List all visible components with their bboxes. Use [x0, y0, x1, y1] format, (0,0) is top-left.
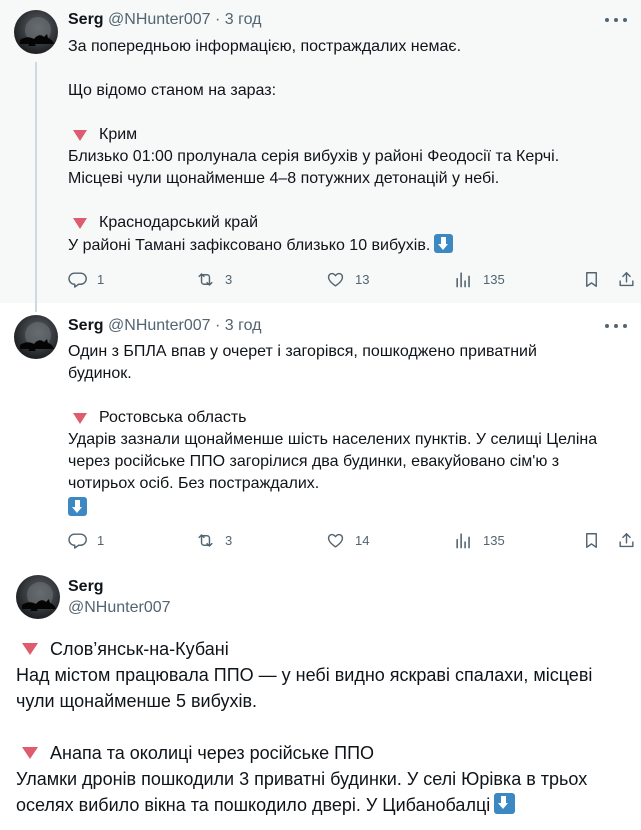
author-handle[interactable]: @NHunter007	[108, 317, 211, 334]
views-count: 135	[483, 533, 505, 548]
like-button[interactable]: 14	[326, 531, 369, 550]
separator-dot: ·	[215, 11, 221, 28]
avatar-image	[20, 17, 54, 46]
avatar-image	[22, 582, 56, 611]
reply-count: 1	[97, 272, 105, 287]
reply-button[interactable]: 1	[68, 270, 104, 289]
more-options-icon[interactable]	[605, 323, 627, 329]
down-arrow-icon	[68, 496, 87, 516]
red-triangle-icon	[73, 412, 87, 424]
red-triangle-icon	[22, 643, 38, 655]
section-title: Краснодарський край	[99, 214, 259, 231]
repost-icon	[198, 273, 213, 286]
tweet-text: Слов’янськ-на-Кубані Над містом працювал…	[16, 636, 627, 818]
tweet-1[interactable]: Serg @NHunter007 · 3 год За попередньою …	[0, 0, 641, 303]
section-text: Ударів зазнали щонайменше шість населени…	[68, 431, 598, 492]
avatar[interactable]	[14, 10, 58, 54]
bookmark-button[interactable]	[582, 531, 601, 550]
section-text: Над містом працювала ППО — у небі видно …	[16, 665, 593, 711]
tweet-header: Serg @NHunter007 · 3 год	[68, 316, 262, 336]
section-title: Анапа та околиці через російське ППО	[50, 743, 375, 763]
section-title: Крим	[99, 126, 138, 143]
views-icon	[456, 272, 470, 288]
section-title: Слов’янськ-на-Кубані	[50, 639, 229, 659]
down-arrow-icon	[434, 234, 454, 253]
repost-count: 3	[225, 533, 233, 548]
views-button[interactable]: 135	[454, 270, 505, 289]
avatar[interactable]	[14, 315, 58, 359]
like-icon	[327, 272, 344, 287]
section-heading: Анапа та околиці через російське ППО	[16, 740, 627, 766]
reply-icon	[68, 533, 87, 549]
share-button[interactable]	[617, 531, 636, 550]
action-bar: 1 3 13 135	[68, 270, 638, 290]
like-count: 14	[355, 533, 370, 548]
tweet-text: За попередньою інформацією, постраждалих…	[68, 36, 621, 257]
bookmark-button[interactable]	[582, 270, 601, 289]
reply-count: 1	[97, 533, 105, 548]
more-options-icon[interactable]	[605, 17, 627, 23]
section-heading: Слов’янськ-на-Кубані	[16, 636, 627, 662]
section-heading: Крим	[68, 124, 621, 146]
views-button[interactable]: 135	[454, 531, 505, 550]
like-button[interactable]: 13	[326, 270, 369, 289]
section-heading: Краснодарський край	[68, 212, 621, 234]
like-icon	[327, 533, 344, 548]
red-triangle-icon	[22, 747, 38, 759]
repost-icon	[198, 534, 213, 547]
tweet-header: Serg @NHunter007 · 3 год	[68, 10, 262, 30]
views-icon	[456, 533, 470, 549]
share-icon	[619, 272, 634, 287]
reply-icon	[68, 272, 87, 288]
down-arrow-icon	[494, 793, 516, 814]
section-text: Близько 01:00 пролунала серія вибухів у …	[68, 148, 560, 187]
section-title: Ростовська область	[99, 409, 247, 426]
section-heading: Ростовська область	[68, 407, 621, 429]
author-handle[interactable]: @NHunter007	[68, 597, 171, 618]
bookmark-icon	[586, 533, 597, 548]
red-triangle-icon	[73, 217, 87, 229]
share-button[interactable]	[617, 270, 636, 289]
like-count: 13	[355, 272, 370, 287]
action-bar: 1 3 14 135	[68, 531, 638, 551]
tweet-3-focused[interactable]: Serg @NHunter007 Слов’янськ-на-Кубані На…	[0, 566, 641, 830]
tweet-header: Serg @NHunter007	[68, 576, 171, 618]
views-count: 135	[483, 272, 505, 287]
avatar-image	[20, 322, 54, 351]
author-handle[interactable]: @NHunter007	[108, 11, 211, 28]
section-text-content: У районі Тамані зафіксовано близько 10 в…	[68, 237, 431, 254]
thread-connector	[35, 62, 37, 312]
share-icon	[619, 533, 634, 548]
section-text: Уламки дронів пошкодили 3 приватні будин…	[16, 766, 627, 818]
author-name[interactable]: Serg	[68, 576, 171, 597]
reply-button[interactable]: 1	[68, 531, 104, 550]
text-line: Що відомо станом на зараз:	[68, 82, 277, 99]
separator-dot: ·	[215, 317, 221, 334]
timestamp[interactable]: 3 год	[225, 11, 262, 28]
avatar[interactable]	[16, 575, 60, 619]
tweet-text: Один з БПЛА впав у очерет і загорівся, п…	[68, 341, 621, 517]
tweet-2[interactable]: Serg @NHunter007 · 3 год Один з БПЛА впа…	[0, 303, 641, 566]
author-name[interactable]: Serg	[68, 317, 104, 334]
author-name[interactable]: Serg	[68, 11, 104, 28]
repost-count: 3	[225, 272, 233, 287]
repost-button[interactable]: 3	[196, 270, 232, 289]
bookmark-icon	[586, 272, 597, 287]
intro-text: Один з БПЛА впав у очерет і загорівся, п…	[68, 343, 537, 382]
section-text: У районі Тамані зафіксовано близько 10 в…	[68, 234, 621, 257]
timestamp[interactable]: 3 год	[225, 317, 262, 334]
text-line: За попередньою інформацією, постраждалих…	[68, 38, 462, 55]
red-triangle-icon	[73, 129, 87, 141]
repost-button[interactable]: 3	[196, 531, 232, 550]
